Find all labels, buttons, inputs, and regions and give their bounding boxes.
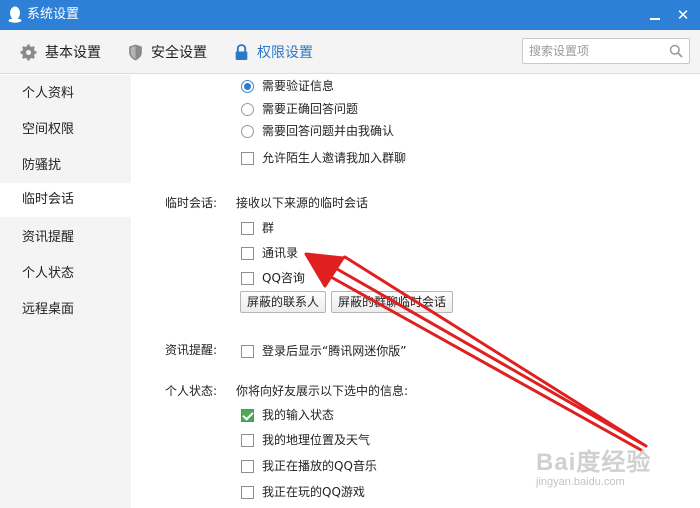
- status-option-qq-music[interactable]: 我正在播放的QQ音乐: [241, 458, 377, 474]
- radio-button[interactable]: [241, 79, 254, 93]
- checkbox[interactable]: [241, 459, 254, 473]
- lock-icon: [235, 43, 248, 60]
- checkbox[interactable]: [241, 221, 254, 235]
- status-option-typing[interactable]: 我的输入状态: [241, 407, 334, 423]
- option-label: 需要回答问题并由我确认: [262, 124, 395, 138]
- checkbox[interactable]: [241, 485, 254, 499]
- search-box[interactable]: [522, 38, 690, 64]
- close-button[interactable]: ✕: [674, 6, 692, 24]
- personal-status-description: 你将向好友展示以下选中的信息:: [236, 384, 409, 398]
- sidebar-item-anti-harassment[interactable]: 防骚扰: [0, 152, 131, 180]
- checkbox[interactable]: [241, 151, 254, 165]
- option-label: 允许陌生人邀请我加入群聊: [262, 151, 407, 165]
- tab-label: 安全设置: [151, 45, 207, 61]
- settings-toolbar: 基本设置 安全设置 权限设置: [0, 30, 700, 74]
- gear-icon: [20, 44, 37, 60]
- verify-option-info[interactable]: 需要验证信息: [241, 78, 334, 94]
- show-tencent-mini-option[interactable]: 登录后显示“腾讯网迷你版”: [241, 343, 406, 359]
- settings-content: 需要验证信息 需要正确回答问题 需要回答问题并由我确认 允许陌生人邀请我加入群聊…: [131, 75, 700, 508]
- blocked-group-temp-session-button[interactable]: 屏蔽的群聊临时会话: [331, 291, 454, 313]
- sidebar-item-personal-info[interactable]: 个人资料: [0, 80, 131, 108]
- tab-security-settings[interactable]: 安全设置: [128, 30, 207, 74]
- radio-button[interactable]: [241, 124, 254, 138]
- news-reminder-label: 资讯提醒:: [165, 343, 218, 357]
- option-label: 群: [262, 221, 275, 235]
- status-option-qq-game[interactable]: 我正在玩的QQ游戏: [241, 484, 365, 500]
- radio-button[interactable]: [241, 102, 254, 116]
- option-label: 我的输入状态: [262, 408, 335, 422]
- qq-penguin-icon: [8, 6, 22, 23]
- window-title: 系统设置: [27, 7, 80, 22]
- temp-session-option-group[interactable]: 群: [241, 220, 274, 236]
- checkbox[interactable]: [241, 271, 254, 285]
- tab-permission-settings[interactable]: 权限设置: [234, 30, 313, 74]
- minimize-button[interactable]: [646, 6, 664, 24]
- checkbox[interactable]: [241, 433, 254, 447]
- status-option-location-weather[interactable]: 我的地理位置及天气: [241, 432, 370, 448]
- option-label: 我正在播放的QQ音乐: [262, 459, 377, 473]
- option-label: 我正在玩的QQ游戏: [262, 485, 365, 499]
- blocked-contacts-button[interactable]: 屏蔽的联系人: [240, 291, 327, 313]
- personal-status-label: 个人状态:: [165, 384, 218, 398]
- verify-option-answer[interactable]: 需要正确回答问题: [241, 101, 358, 117]
- verify-option-answer-confirm[interactable]: 需要回答问题并由我确认: [241, 123, 394, 139]
- tab-label: 权限设置: [257, 45, 313, 61]
- temp-session-label: 临时会话:: [165, 196, 218, 210]
- sidebar-item-temp-session[interactable]: 临时会话: [0, 183, 131, 217]
- tab-label: 基本设置: [45, 45, 101, 61]
- option-label: 我的地理位置及天气: [262, 433, 371, 447]
- sidebar-item-remote-desktop[interactable]: 远程桌面: [0, 296, 131, 324]
- search-input[interactable]: [523, 39, 663, 63]
- sidebar-item-personal-status[interactable]: 个人状态: [0, 260, 131, 288]
- search-icon[interactable]: [669, 44, 683, 58]
- option-label: 通讯录: [262, 246, 299, 260]
- temp-session-option-qq-consult[interactable]: QQ咨询: [241, 270, 305, 286]
- option-label: 登录后显示“腾讯网迷你版”: [262, 344, 407, 358]
- shield-icon: [129, 44, 142, 60]
- sidebar-item-space-permission[interactable]: 空间权限: [0, 116, 131, 144]
- tab-basic-settings[interactable]: 基本设置: [20, 30, 101, 74]
- option-label: QQ咨询: [262, 271, 305, 285]
- temp-session-option-contacts[interactable]: 通讯录: [241, 245, 298, 261]
- checkbox[interactable]: [241, 344, 254, 358]
- checkbox[interactable]: [241, 408, 254, 422]
- allow-group-invite-option[interactable]: 允许陌生人邀请我加入群聊: [241, 150, 406, 166]
- option-label: 需要正确回答问题: [262, 102, 359, 116]
- checkbox[interactable]: [241, 246, 254, 260]
- temp-session-description: 接收以下来源的临时会话: [236, 196, 369, 210]
- option-label: 需要验证信息: [262, 79, 335, 93]
- settings-sidebar: 个人资料 空间权限 防骚扰 临时会话 资讯提醒 个人状态 远程桌面: [0, 75, 131, 508]
- sidebar-item-news-reminder[interactable]: 资讯提醒: [0, 224, 131, 252]
- title-bar: 系统设置 ✕: [0, 0, 700, 30]
